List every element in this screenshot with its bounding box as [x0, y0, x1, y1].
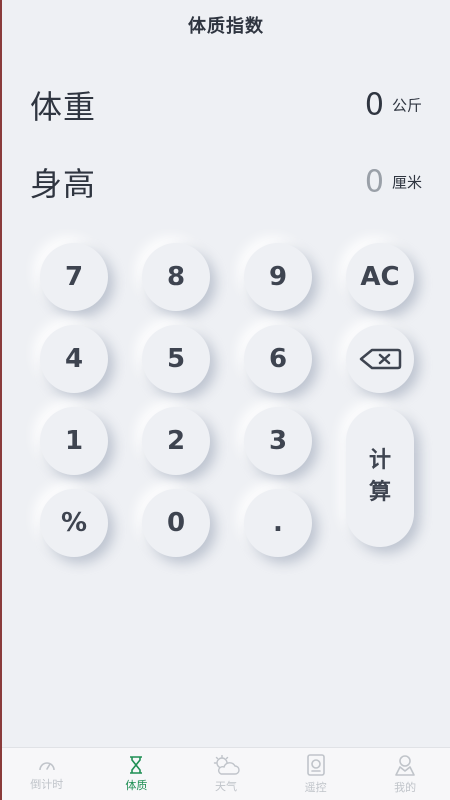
tab-weather-label: 天气: [214, 779, 237, 793]
remote-icon: [306, 753, 325, 776]
clear-button[interactable]: AC: [346, 243, 414, 311]
page-title: 体质指数: [188, 16, 264, 37]
bottom-tab-bar: 倒计时 体质 天气 遥控 我的: [2, 747, 450, 800]
tab-remote[interactable]: 遥控: [271, 748, 361, 800]
weight-row[interactable]: 体重 0 公斤: [30, 77, 422, 133]
gauge-icon: [38, 761, 55, 770]
bmi-page: 体质指数 体重 0 公斤 身高 0 厘米 7 8 9 AC 4 5 6 1 2 …: [0, 0, 450, 800]
tab-countdown[interactable]: 倒计时: [2, 748, 92, 800]
hourglass-icon: [130, 755, 143, 774]
tab-bmi[interactable]: 体质: [92, 748, 182, 800]
tab-countdown-label: 倒计时: [30, 777, 64, 791]
height-value-group: 0 厘米: [365, 165, 422, 200]
decimal-button[interactable]: .: [244, 489, 312, 557]
weight-value-group: 0 公斤: [365, 88, 422, 123]
height-row[interactable]: 身高 0 厘米: [30, 154, 422, 210]
height-unit: 厘米: [391, 173, 422, 192]
user-icon: [395, 754, 415, 776]
key-4[interactable]: 4: [40, 325, 108, 393]
tab-profile[interactable]: 我的: [360, 748, 450, 800]
tab-remote-label: 遥控: [304, 780, 327, 794]
weight-value: 0: [364, 87, 384, 123]
tab-weather[interactable]: 天气: [181, 748, 271, 800]
key-7[interactable]: 7: [40, 243, 108, 311]
tab-bmi-label: 体质: [125, 778, 148, 792]
calculate-label-1: 计: [368, 448, 391, 473]
key-1[interactable]: 1: [40, 407, 108, 475]
key-5[interactable]: 5: [142, 325, 210, 393]
backspace-button[interactable]: [346, 325, 414, 393]
key-3[interactable]: 3: [244, 407, 312, 475]
weight-label: 体重: [30, 88, 97, 126]
backspace-icon: [359, 348, 402, 370]
key-8[interactable]: 8: [142, 243, 210, 311]
height-label: 身高: [30, 165, 97, 203]
key-9[interactable]: 9: [244, 243, 312, 311]
cloud-sun-icon: [213, 754, 240, 775]
weight-unit: 公斤: [391, 96, 422, 115]
calculate-button[interactable]: 计 算: [346, 407, 414, 547]
percent-button[interactable]: %: [40, 489, 108, 557]
tab-profile-label: 我的: [394, 780, 417, 794]
key-6[interactable]: 6: [244, 325, 312, 393]
key-2[interactable]: 2: [142, 407, 210, 475]
keypad: 7 8 9 AC 4 5 6 1 2 3 计 算 % 0 .: [2, 235, 450, 565]
height-value: 0: [364, 164, 384, 200]
key-0[interactable]: 0: [142, 489, 210, 557]
calculate-label-2: 算: [368, 480, 391, 505]
